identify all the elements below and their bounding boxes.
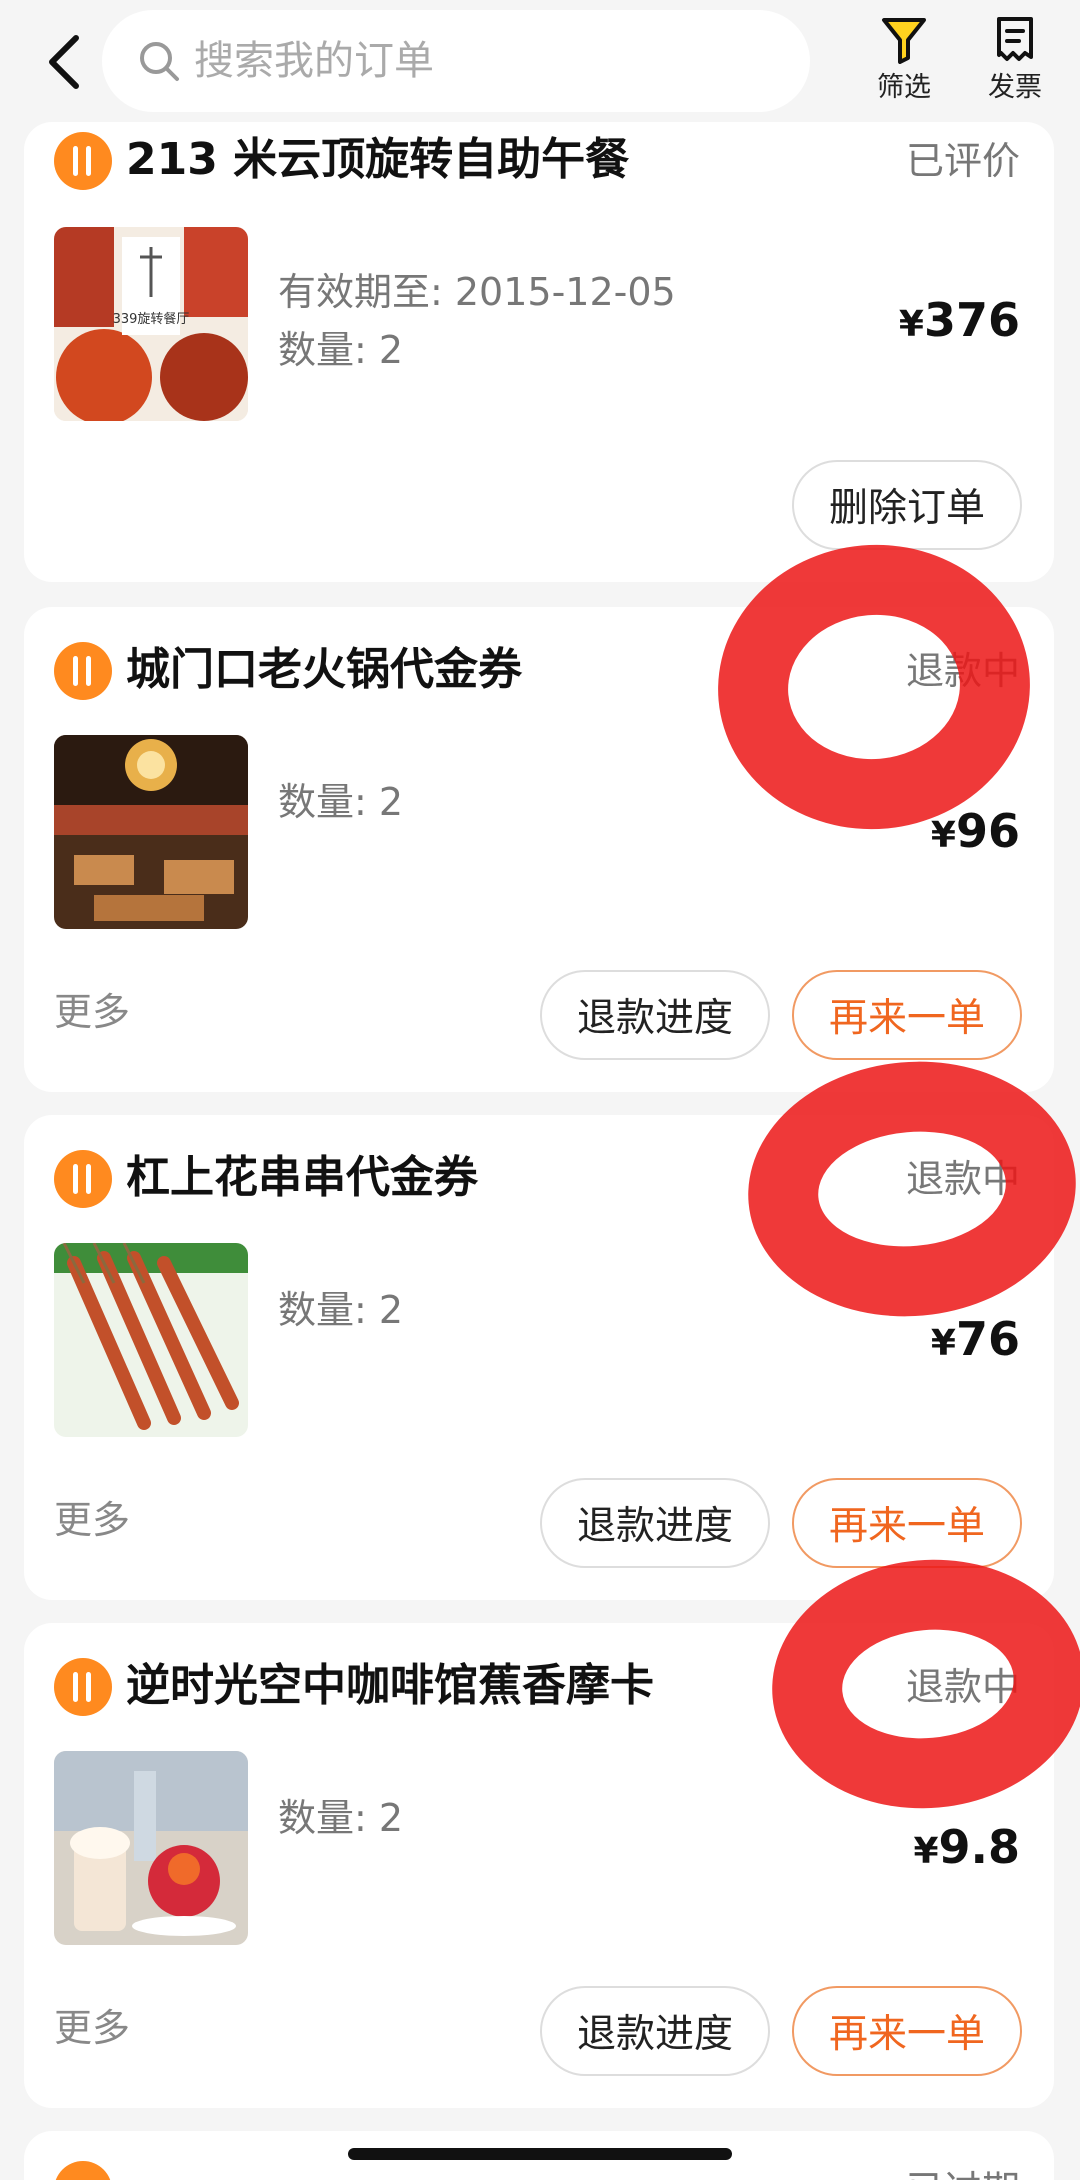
reorder-button[interactable]: 再来一单 — [792, 970, 1022, 1060]
refund-progress-button[interactable]: 退款进度 — [540, 1478, 770, 1568]
food-utensils-icon — [54, 642, 112, 700]
price-value: 376 — [923, 293, 1020, 347]
food-utensils-icon — [54, 132, 112, 190]
order-card[interactable]: 213 米云顶旋转自助午餐 已评价 339旋转餐厅 有效期至: 2015-12-… — [24, 122, 1054, 582]
price: ¥9.8 — [913, 1819, 1020, 1886]
price-value: 96 — [955, 804, 1020, 858]
price-value: 9.8 — [938, 1820, 1021, 1874]
filter-label: 筛选 — [877, 72, 931, 103]
reorder-button[interactable]: 再来一单 — [792, 1478, 1022, 1568]
invoice-label: 发票 — [988, 72, 1042, 103]
order-status: 已评价 — [905, 139, 1020, 183]
order-status: 退款中 — [905, 649, 1020, 693]
back-arrow-icon[interactable] — [40, 30, 90, 94]
currency-symbol: ¥ — [930, 815, 956, 856]
food-utensils-icon — [54, 1150, 112, 1208]
price-value: 76 — [955, 1312, 1020, 1366]
order-thumbnail — [54, 1243, 248, 1437]
currency-symbol: ¥ — [913, 1831, 939, 1872]
search-input[interactable]: 搜索我的订单 — [102, 10, 810, 112]
filter-button[interactable]: 筛选 — [864, 14, 944, 104]
order-status: 退款中 — [905, 1157, 1020, 1201]
price: ¥376 — [899, 292, 1020, 359]
food-utensils-icon — [54, 2161, 112, 2180]
more-link[interactable]: 更多 — [54, 987, 130, 1037]
order-thumbnail — [54, 735, 248, 929]
order-card[interactable]: 杠上花串串代金券 退款中 数量: 2 ¥76 更多 退款进度 再来一单 — [24, 1115, 1054, 1600]
order-status: 已过期 — [906, 2165, 1020, 2180]
price: ¥96 — [931, 803, 1020, 870]
search-icon — [138, 40, 180, 82]
delete-order-button[interactable]: 删除订单 — [792, 460, 1022, 550]
search-placeholder: 搜索我的订单 — [194, 38, 434, 84]
invoice-button[interactable]: 发票 — [975, 14, 1055, 104]
quantity: 数量: 2 — [278, 1288, 404, 1332]
shop-name: 杠上花串串代金券 — [126, 1152, 478, 1203]
home-indicator — [348, 2148, 732, 2160]
quantity: 数量: 2 — [278, 780, 404, 824]
filter-funnel-icon — [864, 14, 944, 66]
shop-name: 213 米云顶旋转自助午餐 — [126, 134, 630, 185]
quantity: 数量: 2 — [278, 1796, 404, 1840]
currency-symbol: ¥ — [898, 304, 924, 345]
order-thumbnail: 339旋转餐厅 — [54, 227, 248, 421]
order-card[interactable]: 城门口老火锅代金券 退款中 数量: 2 ¥96 更多 退款进度 再来一单 — [24, 607, 1054, 1092]
reorder-button[interactable]: 再来一单 — [792, 1986, 1022, 2076]
validity-date: 有效期至: 2015-12-05 — [278, 270, 676, 314]
price: ¥76 — [931, 1311, 1020, 1378]
refund-progress-button[interactable]: 退款进度 — [540, 970, 770, 1060]
currency-symbol: ¥ — [930, 1323, 956, 1364]
order-thumbnail — [54, 1751, 248, 1945]
more-link[interactable]: 更多 — [54, 2003, 130, 2053]
quantity: 数量: 2 — [278, 328, 404, 372]
refund-progress-button[interactable]: 退款进度 — [540, 1986, 770, 2076]
order-card[interactable]: 逆时光空中咖啡馆蕉香摩卡 退款中 数量: 2 ¥9.8 更多 退款进度 再来一单 — [24, 1623, 1054, 2108]
food-utensils-icon — [54, 1658, 112, 1716]
order-status: 退款中 — [905, 1665, 1020, 1709]
shop-name: 逆时光空中咖啡馆蕉香摩卡 — [126, 1660, 654, 1711]
header-bar: 搜索我的订单 筛选 发票 — [0, 0, 1080, 122]
shop-name: 城门口老火锅代金券 — [126, 644, 522, 695]
more-link[interactable]: 更多 — [54, 1495, 130, 1545]
svg-text:339旋转餐厅: 339旋转餐厅 — [113, 311, 190, 327]
invoice-receipt-icon — [975, 14, 1055, 66]
